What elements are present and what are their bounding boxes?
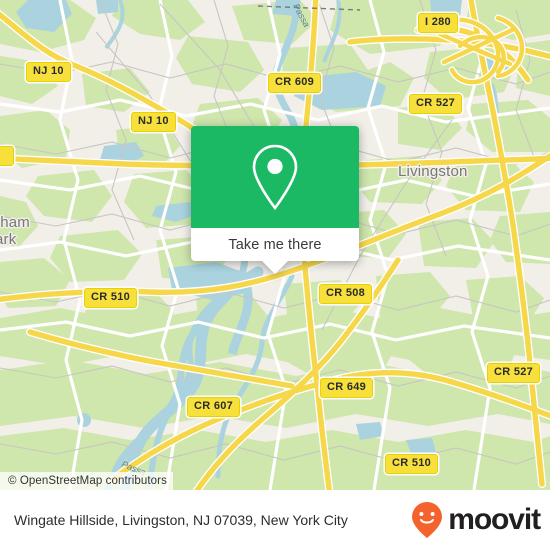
road-shield-cr-527-north[interactable]: CR 527 [409, 94, 463, 114]
map-canvas[interactable]: Livingston ​rham ark Passa Passa NJ 10 N… [0, 0, 550, 490]
road-shield-cr-510-south[interactable]: CR 510 [385, 454, 439, 474]
map-screenshot-root: Livingston ​rham ark Passa Passa NJ 10 N… [0, 0, 550, 550]
road-shield-cr-607[interactable]: CR 607 [187, 397, 241, 417]
moovit-smiley-pin-icon [412, 502, 443, 538]
popup-footer[interactable]: Take me there [191, 228, 359, 274]
location-pin-icon [252, 144, 298, 211]
moovit-logo[interactable]: moovit [409, 500, 541, 540]
road-shield-partial-left[interactable] [0, 146, 14, 166]
osm-attribution[interactable]: © OpenStreetMap contributors [0, 472, 173, 490]
moovit-wordmark: moovit [448, 503, 541, 536]
road-shield-cr-527-south[interactable]: CR 527 [487, 363, 541, 383]
address-text: Wingate Hillside, Livingston, NJ 07039, … [14, 511, 348, 528]
road-shield-nj-10-east[interactable]: NJ 10 [131, 112, 176, 132]
road-shield-cr-508[interactable]: CR 508 [319, 284, 373, 304]
city-label-florham-park: ​rham ark [0, 214, 30, 248]
road-shield-cr-649[interactable]: CR 649 [320, 378, 374, 398]
location-popup-card[interactable]: Take me there [191, 126, 359, 274]
take-me-there-label: Take me there [228, 236, 322, 253]
popup-header [191, 126, 359, 228]
city-label-livingston: Livingston [398, 163, 468, 180]
road-shield-cr-609[interactable]: CR 609 [268, 73, 322, 93]
road-shield-i-280[interactable]: I 280 [418, 13, 458, 33]
popup-tail-pointer [262, 261, 288, 274]
footer-bar: Wingate Hillside, Livingston, NJ 07039, … [0, 490, 550, 550]
city-label-florham-park-line1: ​rham [0, 214, 30, 231]
road-shield-nj-10-west[interactable]: NJ 10 [26, 62, 71, 82]
city-label-florham-park-line2: ark [0, 231, 17, 248]
road-shield-cr-510-west[interactable]: CR 510 [84, 288, 138, 308]
